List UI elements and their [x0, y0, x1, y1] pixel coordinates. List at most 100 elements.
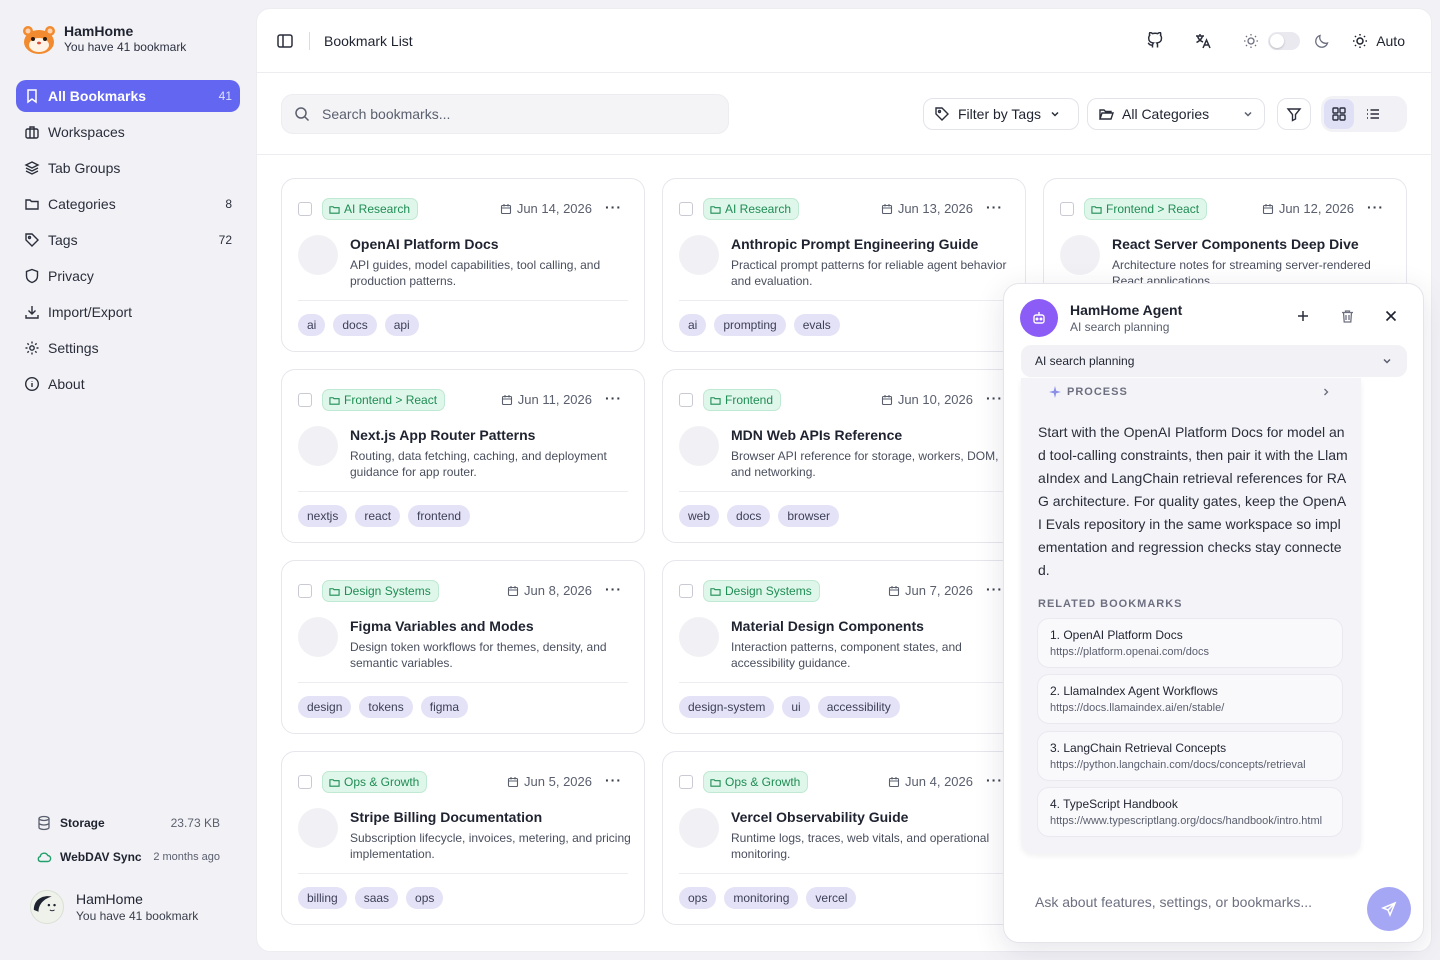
bookmark-card[interactable]: AI Research Jun 14, 2026 ··· OpenAI Platfor… — [281, 178, 645, 352]
category-badge[interactable]: Ops & Growth — [322, 771, 428, 793]
sidebar-item-about[interactable]: About — [16, 368, 240, 400]
moon-icon[interactable] — [1314, 33, 1330, 49]
tag-chip[interactable]: frontend — [408, 505, 471, 527]
select-checkbox[interactable] — [679, 393, 693, 407]
select-checkbox[interactable] — [298, 393, 312, 407]
select-checkbox[interactable] — [1060, 202, 1074, 216]
select-checkbox[interactable] — [298, 202, 312, 216]
delete-chat-button[interactable] — [1337, 306, 1357, 326]
category-badge[interactable]: Ops & Growth — [703, 771, 809, 793]
bookmark-card[interactable]: Design Systems Jun 8, 2026 ··· Figma Variab… — [281, 560, 645, 734]
advanced-filter-button[interactable] — [1277, 97, 1311, 130]
select-checkbox[interactable] — [679, 584, 693, 598]
sidebar-item-import-export[interactable]: Import/Export — [16, 296, 240, 328]
webdav-row[interactable]: WebDAV Sync 2 months ago — [36, 846, 220, 868]
tag-chip[interactable]: design — [298, 696, 352, 718]
more-options-icon[interactable]: ··· — [986, 772, 1003, 788]
bookmark-title[interactable]: Anthropic Prompt Engineering Guide — [731, 236, 1021, 252]
sidebar-item-settings[interactable]: Settings — [16, 332, 240, 364]
sidebar-item-all-bookmarks[interactable]: All Bookmarks 41 — [16, 80, 240, 112]
bookmark-card[interactable]: AI Research Jun 13, 2026 ··· Anthropic Prom… — [662, 178, 1026, 352]
theme-toggle[interactable] — [1268, 31, 1301, 50]
tag-chip[interactable]: evals — [793, 314, 840, 336]
tag-chip[interactable]: billing — [298, 887, 347, 909]
bookmark-card[interactable]: Design Systems Jun 7, 2026 ··· Material Des… — [662, 560, 1026, 734]
session-select[interactable]: AI search planning — [1021, 345, 1407, 377]
bookmark-title[interactable]: Next.js App Router Patterns — [350, 427, 640, 443]
process-toggle[interactable]: PROCESS — [1049, 386, 1331, 398]
select-checkbox[interactable] — [298, 584, 312, 598]
category-badge[interactable]: Design Systems — [322, 580, 439, 602]
tag-chip[interactable]: saas — [354, 887, 399, 909]
category-badge[interactable]: Design Systems — [703, 580, 820, 602]
github-icon[interactable] — [1140, 26, 1170, 56]
bookmark-title[interactable]: React Server Components Deep Dive — [1112, 236, 1402, 252]
theme-mode-auto[interactable]: Auto — [1352, 33, 1405, 49]
tag-chip[interactable]: nextjs — [298, 505, 348, 527]
grid-view-button[interactable] — [1324, 98, 1354, 129]
tag-chip[interactable]: browser — [778, 505, 840, 527]
sidebar-item-tags[interactable]: Tags 72 — [16, 224, 240, 256]
filter-by-tags-button[interactable]: Filter by Tags — [923, 97, 1079, 130]
tag-chip[interactable]: prompting — [714, 314, 786, 336]
tag-chip[interactable]: design-system — [679, 696, 775, 718]
more-options-icon[interactable]: ··· — [986, 199, 1003, 215]
tag-chip[interactable]: tokens — [359, 696, 413, 718]
search-box[interactable] — [281, 93, 729, 134]
category-badge[interactable]: AI Research — [322, 198, 419, 220]
send-button[interactable] — [1367, 887, 1411, 931]
tag-chip[interactable]: ai — [679, 314, 707, 336]
sidebar-item-categories[interactable]: Categories 8 — [16, 188, 240, 220]
list-view-button[interactable] — [1358, 99, 1388, 129]
tag-chip[interactable]: react — [355, 505, 401, 527]
select-checkbox[interactable] — [298, 775, 312, 789]
tag-chip[interactable]: monitoring — [724, 887, 799, 909]
category-badge[interactable]: AI Research — [703, 198, 800, 220]
tag-chip[interactable]: vercel — [806, 887, 857, 909]
tag-chip[interactable]: figma — [420, 696, 469, 718]
sidebar-item-tab-groups[interactable]: Tab Groups — [16, 152, 240, 184]
tag-chip[interactable]: web — [679, 505, 720, 527]
category-badge[interactable]: Frontend > React — [322, 389, 446, 411]
more-options-icon[interactable]: ··· — [986, 581, 1003, 597]
tag-chip[interactable]: api — [384, 314, 419, 336]
bookmark-card[interactable]: Frontend Jun 10, 2026 ··· MDN Web APIs Refe… — [662, 369, 1026, 543]
agent-chat-input[interactable] — [1035, 894, 1355, 910]
tag-chip[interactable]: ops — [679, 887, 717, 909]
more-options-icon[interactable]: ··· — [605, 581, 622, 597]
related-bookmark[interactable]: 1. OpenAI Platform Docs https://platform… — [1037, 618, 1343, 668]
new-chat-button[interactable] — [1293, 306, 1313, 326]
sidebar-item-privacy[interactable]: Privacy — [16, 260, 240, 292]
translate-icon[interactable] — [1188, 26, 1218, 56]
more-options-icon[interactable]: ··· — [605, 199, 622, 215]
tag-chip[interactable]: ai — [298, 314, 326, 336]
user-profile[interactable]: HamHome You have 41 bookmark — [30, 890, 198, 924]
select-checkbox[interactable] — [679, 202, 693, 216]
bookmark-title[interactable]: Material Design Components — [731, 618, 1021, 634]
category-badge[interactable]: Frontend — [703, 389, 782, 411]
close-agent-button[interactable] — [1381, 306, 1401, 326]
sidebar-toggle-icon[interactable] — [275, 31, 295, 51]
bookmark-title[interactable]: Stripe Billing Documentation — [350, 809, 640, 825]
bookmark-card[interactable]: Ops & Growth Jun 5, 2026 ··· Stripe Billing… — [281, 751, 645, 925]
more-options-icon[interactable]: ··· — [1367, 199, 1384, 215]
bookmark-card[interactable]: Ops & Growth Jun 4, 2026 ··· Vercel Observa… — [662, 751, 1026, 925]
select-checkbox[interactable] — [679, 775, 693, 789]
categories-select[interactable]: All Categories — [1087, 97, 1265, 130]
sun-icon[interactable] — [1236, 26, 1266, 56]
sidebar-item-workspaces[interactable]: Workspaces — [16, 116, 240, 148]
tag-chip[interactable]: accessibility — [817, 696, 900, 718]
tag-chip[interactable]: docs — [727, 505, 771, 527]
bookmark-card[interactable]: Frontend > React Jun 11, 2026 ··· Next.js A… — [281, 369, 645, 543]
bookmark-title[interactable]: Figma Variables and Modes — [350, 618, 640, 634]
category-badge[interactable]: Frontend > React — [1084, 198, 1208, 220]
bookmark-title[interactable]: Vercel Observability Guide — [731, 809, 1021, 825]
related-bookmark[interactable]: 4. TypeScript Handbook https://www.types… — [1037, 787, 1343, 837]
more-options-icon[interactable]: ··· — [986, 390, 1003, 406]
search-input[interactable] — [322, 105, 702, 122]
related-bookmark[interactable]: 3. LangChain Retrieval Concepts https://… — [1037, 731, 1343, 781]
more-options-icon[interactable]: ··· — [605, 390, 622, 406]
bookmark-title[interactable]: MDN Web APIs Reference — [731, 427, 1021, 443]
tag-chip[interactable]: ops — [406, 887, 444, 909]
related-bookmark[interactable]: 2. LlamaIndex Agent Workflows https://do… — [1037, 674, 1343, 724]
